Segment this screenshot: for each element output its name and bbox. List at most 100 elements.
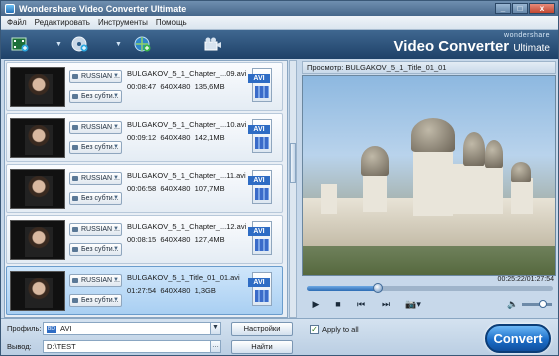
audio-track-select[interactable]: RUSSIAN ... ▼ [69,274,122,287]
file-duration: 01:27:54 [127,286,157,295]
speaker-icon [72,176,78,181]
volume-icon[interactable]: 🔈 [507,298,519,310]
toolbar: ▼ ▼ wondershare Video Converter Ultimate [1,30,558,59]
load-dvd-dropdown[interactable]: ▼ [111,35,122,53]
output-format-button[interactable]: AVI [248,119,274,155]
previous-icon[interactable]: ⏮ [355,298,367,310]
film-add-icon [11,37,29,52]
output-path-field[interactable]: D:\TEST [43,340,221,353]
profile-select[interactable]: BD AVI [43,322,221,335]
file-meta: 00:09:12 640X480 142,1MB [127,133,225,142]
browse-output-button[interactable]: … [210,340,221,353]
file-size: 1,3GB [194,286,216,295]
window-title: Wondershare Video Converter Ultimate [19,3,187,14]
seek-bar[interactable] [307,283,553,293]
profile-label: Профиль: [7,324,42,333]
subtitle-select[interactable]: Без субти... ▼ [69,192,122,205]
file-resolution: 640X480 [160,133,191,142]
output-format-button[interactable]: AVI [248,221,274,257]
menu-file[interactable]: Файл [7,18,27,27]
volume-handle[interactable] [539,300,547,308]
output-format-button[interactable]: AVI [248,68,274,104]
file-item[interactable]: RUSSIAN ... ▼ Без субти... ▼ BULGAKOV_5_1_… [6,113,283,162]
film-icon [255,290,269,302]
film-icon [255,137,269,149]
subtitle-select[interactable]: Без субти... ▼ [69,243,122,256]
speaker-icon [72,74,78,79]
output-format-button[interactable]: AVI [248,272,274,308]
file-meta: 01:27:54 640X480 1,3GB [127,286,216,295]
file-resolution: 640X480 [160,82,191,91]
film-icon [255,239,269,251]
subtitle-select[interactable]: Без субти... ▼ [69,90,122,103]
next-icon[interactable]: ⏭ [380,298,392,310]
find-button[interactable]: Найти [231,340,293,354]
file-meta: 00:08:15 640X480 127,4MB [127,235,225,244]
bottom-panel: Профиль: BD AVI ▼ Настройки Вывод: D:\TES… [1,318,558,355]
output-format-label: AVI [248,74,270,83]
file-size: 142,1MB [194,133,225,142]
video-preview[interactable] [302,75,556,276]
subtitle-select[interactable]: Без субти... ▼ [69,294,122,307]
chevron-down-icon: ▼ [55,40,62,48]
file-item[interactable]: RUSSIAN ... ▼ Без субти... ▼ BULGAKOV_5_1_… [6,62,283,111]
stop-icon[interactable]: ■ [332,298,344,310]
play-icon[interactable]: ▶ [310,298,322,310]
file-item[interactable]: RUSSIAN ... ▼ Без субти... ▼ BULGAKOV_5_1_… [6,164,283,213]
player-controls: ▶ ■ ⏮ ⏭ 📷▾ 🔈 [302,296,556,312]
menu-bar: Файл Редактировать Инструменты Помощь [1,16,558,30]
subtitle-icon [72,145,78,150]
output-label: Вывод: [7,342,32,351]
audio-track-select[interactable]: RUSSIAN ... ▼ [69,223,122,236]
profile-dropdown-button[interactable]: ▼ [210,322,221,335]
app-logo-icon [5,3,15,14]
file-resolution: 640X480 [160,286,191,295]
output-format-button[interactable]: AVI [248,170,274,206]
apply-to-all-label: Apply to all [322,325,359,334]
snapshot-icon[interactable]: 📷▾ [402,298,424,310]
seek-progress [307,286,379,291]
file-name: BULGAKOV_5_1_Chapter_...11.avi [127,171,246,180]
file-duration: 00:09:12 [127,133,157,142]
convert-button[interactable]: Convert [485,324,551,353]
film-icon [255,86,269,98]
video-thumbnail [10,67,65,107]
output-path-value: D:\TEST [47,342,76,351]
file-item-selected[interactable]: RUSSIAN ... ▼ Без субти... ▼ BULGAKOV_5_1_… [6,266,283,315]
download-button[interactable] [134,35,152,53]
menu-tools[interactable]: Инструменты [98,18,148,27]
subtitle-select[interactable]: Без субти... ▼ [69,141,122,154]
record-button[interactable] [204,35,222,53]
brand-product-name: Video Converter [393,38,510,55]
audio-track-select[interactable]: RUSSIAN ... ▼ [69,172,122,185]
camera-icon [204,37,221,51]
close-button[interactable]: x [529,3,555,14]
subtitle-icon [72,298,78,303]
load-dvd-button[interactable] [71,35,89,53]
menu-help[interactable]: Помощь [156,18,187,27]
chevron-down-icon: ▼ [113,175,119,181]
output-format-label: AVI [248,125,270,134]
settings-button[interactable]: Настройки [231,322,293,336]
file-list-scrollbar[interactable] [289,60,297,318]
apply-to-all-checkbox[interactable]: ✓ [310,325,319,334]
dvd-disc-icon [71,36,88,52]
add-video-dropdown[interactable]: ▼ [51,35,62,53]
subtitle-icon [72,196,78,201]
more-icon: … [212,342,219,349]
profile-icon: BD [47,325,56,333]
globe-download-icon [134,36,151,52]
volume-slider[interactable] [522,300,552,308]
maximize-button[interactable]: □ [512,3,528,14]
add-video-button[interactable] [11,35,29,53]
title-bar: Wondershare Video Converter Ultimate _ □… [1,1,558,16]
seek-handle[interactable] [373,283,384,293]
minimize-button[interactable]: _ [495,3,511,14]
menu-edit[interactable]: Редактировать [35,18,90,27]
audio-track-select[interactable]: RUSSIAN ... ▼ [69,70,122,83]
audio-track-select[interactable]: RUSSIAN ... ▼ [69,121,122,134]
chevron-down-icon: ▼ [113,124,119,130]
file-item[interactable]: RUSSIAN ... ▼ Без субти... ▼ BULGAKOV_5_1_… [6,215,283,264]
scrollbar-thumb[interactable] [290,143,296,183]
speaker-icon [72,125,78,130]
